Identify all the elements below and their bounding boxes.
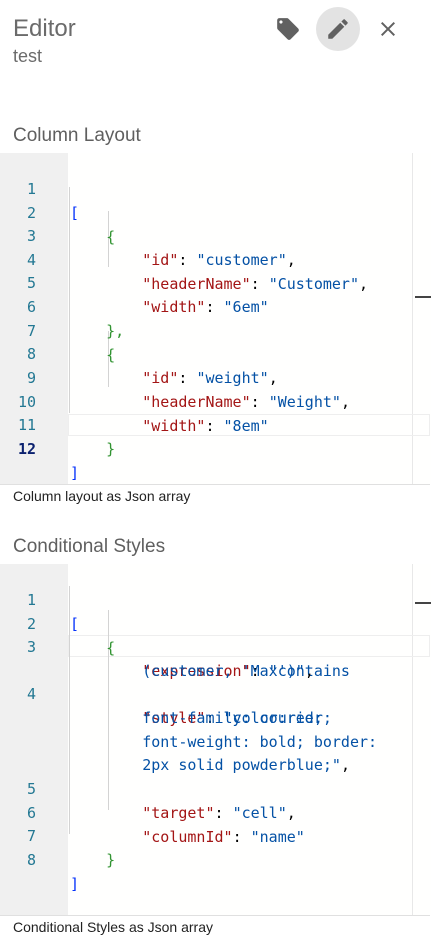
close-button[interactable] [366,7,410,51]
code-line: 12 ] [0,413,430,482]
code-line: 7 { [0,295,430,364]
tag-button[interactable] [266,7,310,51]
code-line: 3 "expression": "contains [0,611,430,680]
code-line: 8 "id": "weight", [0,318,430,387]
code-token: ] [70,875,80,893]
conditional-styles-code-editor[interactable]: 1 [ 2 { 3 "expression": "contains (custo… [0,564,431,916]
panel-subtitle: test [13,46,43,66]
code-token: } [106,440,116,458]
code-line: 6 }, [0,271,430,340]
line-number: 12 [17,440,36,458]
code-line: 5 "target": "cell", [0,753,430,822]
code-line-wrap: 2px solid powderblue;", [142,756,350,774]
column-layout-label: Column Layout [13,125,141,146]
line-number: 8 [26,851,36,869]
code-line: 9 "headerName": "Weight", [0,342,430,411]
tag-icon [277,18,299,40]
pencil-icon [328,19,348,39]
conditional-styles-helper-text: Conditional Styles as Json array [13,919,213,935]
panel-title: Editor [13,15,76,42]
column-layout-helper-text: Column layout as Json array [13,488,191,504]
code-line-wrap: font-family: courier; [0,682,430,727]
editor-header: Editor test [0,0,432,80]
code-line: 5 "width": "6em" [0,247,430,316]
code-line-wrap: (customer, 'Max')", [142,662,314,680]
code-line: 6 "columnId": "name" [0,777,430,846]
code-line: 1 [ [0,153,430,222]
code-token: } [106,851,116,869]
code-line: 2 { [0,177,430,246]
code-token: ] [70,464,80,482]
code-line: 10 "width": "8em" [0,366,430,435]
code-line: 11 } [0,389,430,458]
code-line: 2 { [0,588,430,657]
code-line: 3 "id": "customer", [0,200,430,269]
column-layout-code-editor[interactable]: 1 [ 2 { 3 "id": "customer", 4 "headerNam… [0,153,431,485]
close-icon [381,22,395,36]
conditional-styles-label: Conditional Styles [13,536,166,557]
code-line: 1 [ [0,564,430,633]
code-line-wrap: font-weight: bold; border: [0,706,430,751]
code-line: 8 ] [0,824,430,893]
code-line: 4 "style": "color:red; [0,658,430,727]
code-line: 7 } [0,800,430,869]
edit-button[interactable] [316,7,360,51]
code-line: 4 "headerName": "Customer", [0,224,430,293]
